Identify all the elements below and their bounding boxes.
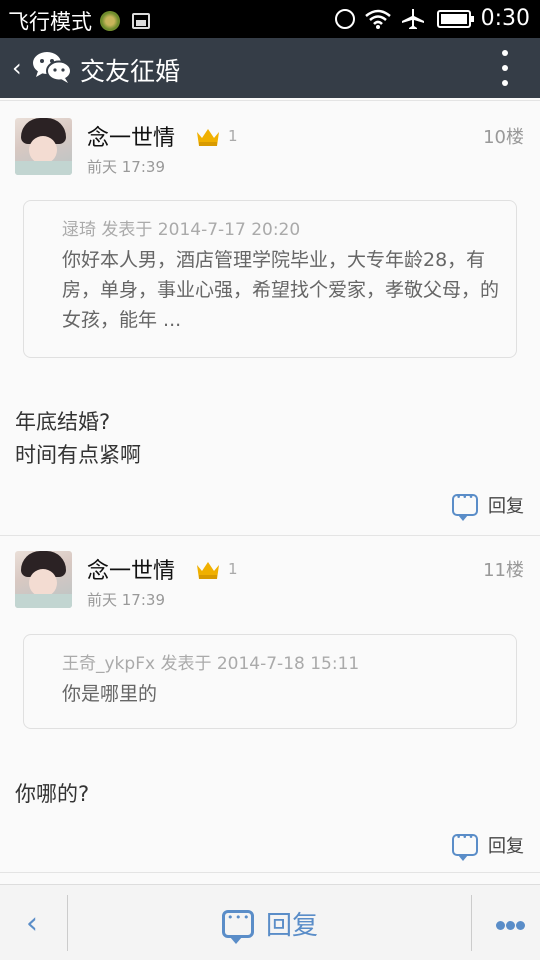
quote-box: 逯琦 发表于 2014-7-17 20:20 你好本人男，酒店管理学院毕业，大专… xyxy=(23,200,517,358)
wechat-icon[interactable] xyxy=(32,50,72,84)
avatar[interactable] xyxy=(15,118,72,175)
crown-icon xyxy=(197,562,219,579)
post-content: 年底结婚? 时间有点紧啊 xyxy=(15,410,141,467)
reply-label: 回复 xyxy=(488,496,524,517)
reply-button[interactable]: 回复 xyxy=(452,492,524,521)
clock: 0:30 xyxy=(480,6,530,31)
alarm-icon xyxy=(334,8,355,29)
divider xyxy=(471,895,472,951)
quote-text: 你好本人男，酒店管理学院毕业，大专年龄28，有房，单身，事业心强，希望找个爱家，… xyxy=(62,249,500,331)
quote-box: 王奇_ykpFx 发表于 2014-7-18 15:11 你是哪里的 xyxy=(23,634,517,729)
comment-icon xyxy=(222,909,254,944)
chevron-left-icon[interactable]: ‹ xyxy=(12,54,22,82)
quote-text: 你是哪里的 xyxy=(62,683,158,705)
post-content: 你哪的? xyxy=(15,782,90,806)
reply-button[interactable]: 回复 xyxy=(452,832,524,861)
comment-icon xyxy=(452,493,478,521)
reply-label: 回复 xyxy=(266,911,319,941)
reply-button[interactable]: 回复 xyxy=(222,905,319,944)
divider xyxy=(0,100,540,101)
airplane-mode-label: 飞行模式 xyxy=(8,10,92,34)
bottom-toolbar: ‹ 回复 xyxy=(0,884,540,960)
more-vertical-icon[interactable] xyxy=(502,50,510,86)
image-icon xyxy=(132,13,150,29)
username[interactable]: 念一世情 xyxy=(87,120,175,152)
divider xyxy=(67,895,68,951)
reply-label: 回复 xyxy=(488,836,524,857)
user-level: 1 xyxy=(228,560,238,578)
battery-icon xyxy=(436,9,474,28)
wifi-icon xyxy=(364,9,391,29)
quote-header: 逯琦 发表于 2014-7-17 20:20 xyxy=(62,220,301,240)
quote-header: 王奇_ykpFx 发表于 2014-7-18 15:11 xyxy=(62,654,360,674)
chevron-left-icon[interactable]: ‹ xyxy=(26,909,50,939)
user-level: 1 xyxy=(228,127,238,145)
avatar[interactable] xyxy=(15,551,72,608)
pinwheel-icon xyxy=(100,11,120,31)
divider xyxy=(0,872,540,873)
post-time: 前天 17:39 xyxy=(87,591,165,609)
more-horizontal-icon[interactable] xyxy=(496,921,526,930)
post-time: 前天 17:39 xyxy=(87,158,165,176)
username[interactable]: 念一世情 xyxy=(87,553,175,585)
airplane-icon xyxy=(401,8,424,29)
title-bar: ‹ 交友征婚 xyxy=(0,38,540,98)
divider xyxy=(0,535,540,536)
page-title: 交友征婚 xyxy=(80,57,181,86)
floor-number: 11楼 xyxy=(483,560,524,581)
crown-icon xyxy=(197,129,219,146)
status-bar: 飞行模式 0:30 xyxy=(0,0,540,38)
comment-icon xyxy=(452,833,478,861)
floor-number: 10楼 xyxy=(483,127,524,148)
